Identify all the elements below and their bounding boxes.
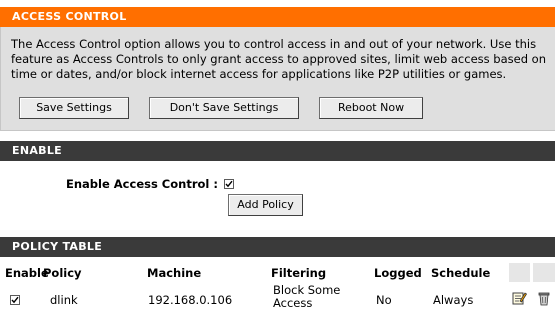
enable-header: ENABLE — [0, 141, 555, 161]
save-settings-button[interactable]: Save Settings — [19, 97, 129, 119]
access-control-header: ACCESS CONTROL — [0, 7, 555, 27]
checkmark-icon — [225, 180, 233, 188]
row-schedule: Always — [433, 293, 474, 307]
row-policy: dlink — [50, 293, 78, 307]
col-edit-header — [509, 263, 530, 282]
enable-access-control-checkbox[interactable] — [224, 179, 234, 189]
trash-icon[interactable] — [536, 290, 552, 306]
dont-save-settings-button[interactable]: Don't Save Settings — [149, 97, 299, 119]
row-filtering: Block Some Access — [273, 284, 340, 310]
access-control-panel: The Access Control option allows you to … — [0, 27, 555, 131]
checkmark-icon — [11, 296, 19, 304]
col-policy-header: Policy — [43, 266, 82, 280]
policy-table-header: POLICY TABLE — [0, 237, 555, 257]
row-enable-checkbox[interactable] — [10, 295, 20, 305]
col-filtering-header: Filtering — [271, 266, 327, 280]
col-schedule-header: Schedule — [431, 266, 491, 280]
policy-table: Enable Policy Machine Filtering Logged S… — [0, 257, 555, 325]
row-logged: No — [376, 293, 392, 307]
enable-access-control-label: Enable Access Control : — [66, 177, 218, 191]
col-delete-header — [533, 263, 555, 282]
access-control-description: The Access Control option allows you to … — [11, 37, 546, 81]
add-policy-button[interactable]: Add Policy — [228, 194, 303, 216]
row-machine: 192.168.0.106 — [148, 293, 233, 307]
enable-panel: Enable Access Control : Add Policy — [0, 161, 555, 221]
row-filtering-line2: Access — [273, 296, 313, 310]
reboot-now-button[interactable]: Reboot Now — [319, 97, 423, 119]
col-machine-header: Machine — [147, 266, 202, 280]
row-filtering-line1: Block Some — [273, 283, 341, 297]
edit-icon[interactable] — [511, 290, 528, 306]
col-logged-header: Logged — [374, 266, 422, 280]
